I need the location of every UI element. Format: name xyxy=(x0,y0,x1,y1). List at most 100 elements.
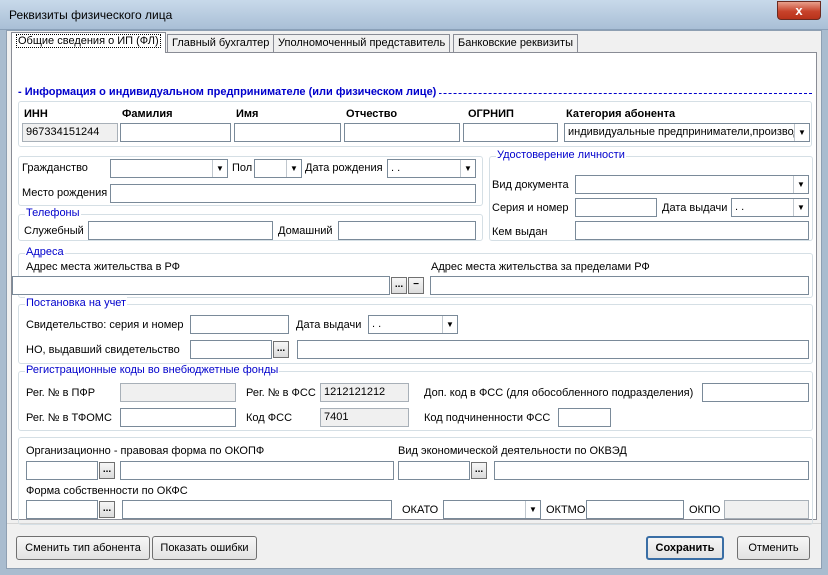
chevron-down-icon[interactable]: ▼ xyxy=(212,160,227,177)
rf-address-clear-button[interactable]: − xyxy=(408,277,424,294)
fss-field[interactable]: 1212121212 xyxy=(320,383,409,402)
oktmo-label: ОКТМО xyxy=(546,504,586,516)
work-phone-field[interactable] xyxy=(88,221,273,240)
addresses-title: Адреса xyxy=(25,246,65,258)
dop-fss-field[interactable] xyxy=(702,383,809,402)
tax-office-name-field[interactable] xyxy=(297,340,809,359)
sub-fss-field[interactable] xyxy=(558,408,611,427)
okopf-name-field[interactable] xyxy=(120,461,394,480)
rf-address-field[interactable] xyxy=(12,276,390,295)
name-field[interactable] xyxy=(234,123,341,142)
registration-title: Постановка на учет xyxy=(25,297,128,309)
sex-label: Пол xyxy=(232,162,253,174)
category-select[interactable]: индивидуальные предприниматели,производи… xyxy=(564,123,810,142)
citizenship-select[interactable]: ▼ xyxy=(110,159,228,178)
window-title: Реквизиты физического лица xyxy=(9,8,173,22)
tax-office-label: НО, выдавший свидетельство xyxy=(26,344,180,356)
fss-label: Рег. № в ФСС xyxy=(246,387,316,399)
okved-name-field[interactable] xyxy=(494,461,809,480)
patronymic-field[interactable] xyxy=(344,123,460,142)
reg-issue-date-label: Дата выдачи xyxy=(296,319,362,331)
cert-label: Свидетельство: серия и номер xyxy=(26,319,184,331)
cancel-button[interactable]: Отменить xyxy=(737,536,810,560)
okfs-label: Форма собственности по ОКФС xyxy=(26,485,188,497)
birthdate-picker[interactable]: . . ▼ xyxy=(387,159,476,178)
home-phone-field[interactable] xyxy=(338,221,476,240)
okfs-code-field[interactable] xyxy=(26,500,98,519)
birthdate-label: Дата рождения xyxy=(305,162,383,174)
doc-type-select[interactable]: ▼ xyxy=(575,175,809,194)
okfs-name-field[interactable] xyxy=(122,500,392,519)
tax-office-code-field[interactable] xyxy=(190,340,272,359)
series-number-field[interactable] xyxy=(575,198,657,217)
name-label: Имя xyxy=(236,108,259,120)
category-label: Категория абонента xyxy=(566,108,676,120)
inn-label: ИНН xyxy=(24,108,48,120)
work-phone-label: Служебный xyxy=(24,225,84,237)
issued-by-label: Кем выдан xyxy=(492,226,548,238)
category-value: индивидуальные предприниматели,производи… xyxy=(568,126,810,138)
okpo-field[interactable] xyxy=(724,500,809,519)
chevron-down-icon[interactable]: ▼ xyxy=(442,316,457,333)
issued-by-field[interactable] xyxy=(575,221,809,240)
id-issue-date-picker[interactable]: . . ▼ xyxy=(731,198,809,217)
show-errors-button[interactable]: Показать ошибки xyxy=(152,536,257,560)
oktmo-field[interactable] xyxy=(586,500,684,519)
tfoms-field[interactable] xyxy=(120,408,236,427)
tfoms-label: Рег. № в ТФОМС xyxy=(26,412,112,424)
okfs-select-button[interactable]: ... xyxy=(99,501,115,518)
okved-label: Вид экономической деятельности по ОКВЭД xyxy=(398,445,627,457)
funds-title: Регистрационные коды во внебюджетные фон… xyxy=(25,364,280,376)
tax-office-select-button[interactable]: ... xyxy=(273,341,289,358)
chevron-down-icon[interactable]: ▼ xyxy=(794,124,809,141)
chevron-down-icon[interactable]: ▼ xyxy=(525,501,540,518)
ogrnip-field[interactable] xyxy=(463,123,558,142)
okopf-code-field[interactable] xyxy=(26,461,98,480)
fss-code-label: Код ФСС xyxy=(246,412,293,424)
okopf-select-button[interactable]: ... xyxy=(99,462,115,479)
birthdate-value: . . xyxy=(391,162,401,174)
tab-representative[interactable]: Уполномоченный представитель xyxy=(273,34,451,52)
tab-bank-details[interactable]: Банковские реквизиты xyxy=(453,34,578,52)
inn-field[interactable]: 967334151244 xyxy=(22,123,118,142)
okopf-label: Организационно - правовая форма по ОКОПФ xyxy=(26,445,265,457)
cert-field[interactable] xyxy=(190,315,289,334)
tab-general[interactable]: Общие сведения о ИП (ФЛ) xyxy=(11,32,166,53)
home-phone-label: Домашний xyxy=(278,225,333,237)
fss-code-field[interactable]: 7401 xyxy=(320,408,409,427)
sex-select[interactable]: ▼ xyxy=(254,159,302,178)
surname-label: Фамилия xyxy=(122,108,173,120)
change-type-button[interactable]: Сменить тип абонента xyxy=(16,536,150,560)
section-header: - Информация о индивидуальном предприним… xyxy=(18,86,440,98)
okato-select[interactable]: ▼ xyxy=(443,500,541,519)
sub-fss-label: Код подчиненности ФСС xyxy=(424,412,551,424)
birthplace-field[interactable] xyxy=(110,184,476,203)
series-number-label: Серия и номер xyxy=(492,202,569,214)
pfr-field[interactable] xyxy=(120,383,236,402)
okved-code-field[interactable] xyxy=(398,461,470,480)
rf-address-select-button[interactable]: ... xyxy=(391,277,407,294)
surname-field[interactable] xyxy=(120,123,231,142)
birthplace-label: Место рождения xyxy=(22,187,108,199)
title-bar: Реквизиты физического лица x xyxy=(0,0,828,30)
chevron-down-icon[interactable]: ▼ xyxy=(286,160,301,177)
abroad-address-field[interactable] xyxy=(430,276,809,295)
reg-issue-date-value: . . xyxy=(372,318,382,330)
okato-label: ОКАТО xyxy=(402,504,439,516)
patronymic-label: Отчество xyxy=(346,108,398,120)
dialog-body: Общие сведения о ИП (ФЛ) Главный бухгалт… xyxy=(6,30,822,569)
okpo-label: ОКПО xyxy=(689,504,721,516)
reg-issue-date-picker[interactable]: . . ▼ xyxy=(368,315,458,334)
abroad-address-label: Адрес места жительства за пределами РФ xyxy=(431,261,650,273)
chevron-down-icon[interactable]: ▼ xyxy=(460,160,475,177)
id-issue-date-value: . . xyxy=(735,201,745,213)
tab-chief-accountant[interactable]: Главный бухгалтер xyxy=(167,34,275,52)
chevron-down-icon[interactable]: ▼ xyxy=(793,199,808,216)
phones-title: Телефоны xyxy=(25,207,81,219)
chevron-down-icon[interactable]: ▼ xyxy=(793,176,808,193)
id-issue-date-label: Дата выдачи xyxy=(662,202,728,214)
tab-panel: - Информация о индивидуальном предприним… xyxy=(11,52,817,525)
okved-select-button[interactable]: ... xyxy=(471,462,487,479)
save-button[interactable]: Сохранить xyxy=(646,536,724,560)
close-button[interactable]: x xyxy=(777,1,821,20)
